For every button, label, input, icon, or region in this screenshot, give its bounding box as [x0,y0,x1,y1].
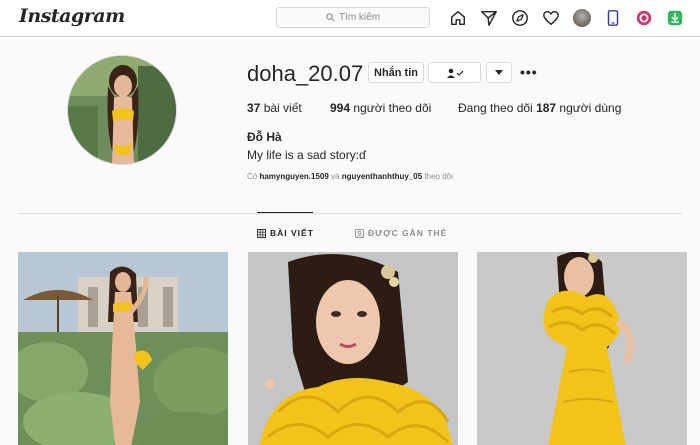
posts-count-stat: 37 bài viết [247,101,302,115]
download-ext-icon[interactable] [665,8,685,28]
user-check-icon [446,68,463,78]
following-stat[interactable]: Đang theo dõi 187 người dùng [458,101,621,115]
post-thumbnail[interactable] [18,252,228,445]
caret-down-icon [495,69,503,75]
grid-icon [257,228,266,238]
activity-icon[interactable] [541,8,561,28]
active-tab-indicator [257,212,313,213]
instagram-logo[interactable]: Instagram [19,5,125,27]
followed-by-user-link[interactable]: nguyenthanhthuy_05 [342,172,422,181]
profile-bio: My life is a sad story:ɗ [247,148,366,162]
following-button[interactable] [428,62,481,83]
followed-by-text: Có hamynguyen.1509 và nguyenthanhthuy_05… [247,172,453,181]
top-navigation-bar: Instagram Tìm kiếm [0,0,700,37]
post-thumbnail[interactable] [477,252,687,445]
followed-by-user-link[interactable]: hamynguyen.1509 [259,172,328,181]
instagram-ext-icon[interactable] [634,8,654,28]
explore-icon[interactable] [510,8,530,28]
direct-icon[interactable] [479,8,499,28]
search-icon [326,13,335,22]
nav-icons [448,7,685,29]
message-button[interactable]: Nhắn tin [368,62,424,83]
profile-username: doha_20.07 [247,61,364,86]
tabs-divider [18,213,682,214]
home-icon[interactable] [448,8,468,28]
device-icon[interactable] [603,8,623,28]
profile-full-name: Đỗ Hà [247,130,282,144]
search-input[interactable]: Tìm kiếm [276,7,430,28]
profile-picture[interactable] [67,55,177,165]
suggestions-dropdown-button[interactable] [486,62,512,83]
more-options-icon[interactable]: ••• [520,64,538,80]
followers-stat[interactable]: 994 người theo dõi [330,101,431,115]
tag-user-icon [355,228,364,238]
tab-tagged[interactable]: ĐƯỢC GẮN THẺ [355,228,447,238]
search-placeholder: Tìm kiếm [338,12,381,23]
profile-avatar[interactable] [572,8,592,28]
avatar [573,9,591,27]
tab-posts[interactable]: BÀI VIẾT [257,228,314,238]
post-thumbnail[interactable] [248,252,458,445]
